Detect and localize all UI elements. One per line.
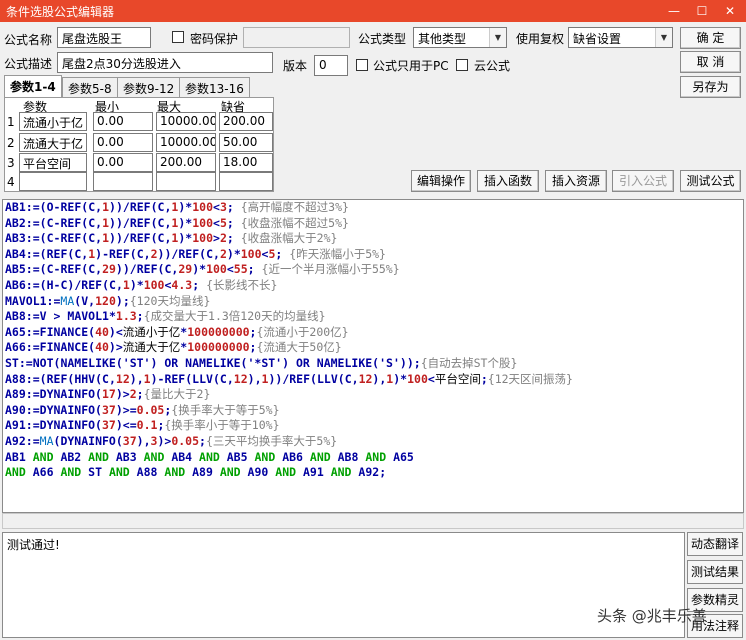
edit-ops-button[interactable]: 编辑操作 (411, 170, 471, 192)
formula-type-select[interactable]: 其他类型 ▼ (413, 27, 507, 48)
version-input[interactable]: 0 (314, 55, 348, 76)
version-label: 版本 (283, 59, 308, 73)
code-line[interactable]: A88:=(REF(HHV(C,12),1)-REF(LLV(C,12),1))… (5, 372, 741, 388)
param-min-cell[interactable] (93, 172, 153, 191)
param-default-cell[interactable] (219, 172, 273, 191)
params-grid: 参数 最小 最大 缺省 1 流通小于亿 0.00 10000.00 200.00… (4, 97, 274, 192)
formula-desc-input[interactable]: 尾盘2点30分选股进入 (57, 52, 273, 73)
test-output-text: 测试通过! (7, 538, 60, 552)
test-result-button[interactable]: 测试结果 (687, 560, 743, 584)
code-line[interactable]: AB1 AND AB2 AND AB3 AND AB4 AND AB5 AND … (5, 450, 741, 466)
import-formula-button[interactable]: 引入公式 (612, 170, 674, 192)
dynamic-translate-button[interactable]: 动态翻译 (687, 532, 743, 556)
tab-params-13-16[interactable]: 参数13-16 (179, 77, 250, 97)
password-label: 密码保护 (190, 32, 239, 46)
formula-code-editor[interactable]: AB1:=(O-REF(C,1))/REF(C,1)*100<3; {高开幅度不… (2, 199, 744, 513)
window-title: 条件选股公式编辑器 (6, 5, 115, 19)
param-row-number: 1 (7, 115, 15, 129)
code-line[interactable]: MAVOL1:=MA(V,120);{120天均量线} (5, 294, 741, 310)
formula-type-value: 其他类型 (418, 32, 467, 46)
param-max-cell[interactable] (156, 172, 216, 191)
param-min-cell[interactable]: 0.00 (93, 133, 153, 152)
password-checkbox[interactable] (172, 31, 184, 43)
tab-params-9-12[interactable]: 参数9-12 (117, 77, 181, 97)
param-row-number: 4 (7, 175, 15, 189)
code-line[interactable]: AB1:=(O-REF(C,1))/REF(C,1)*100<3; {高开幅度不… (5, 200, 741, 216)
param-name-cell[interactable] (19, 172, 87, 191)
code-line[interactable]: ST:=NOT(NAMELIKE('ST') OR NAMELIKE('*ST'… (5, 356, 741, 372)
param-name-cell[interactable]: 平台空间 (19, 153, 87, 172)
tab-params-1-4[interactable]: 参数1-4 (4, 75, 62, 98)
param-default-cell[interactable]: 50.00 (219, 133, 273, 152)
close-button[interactable]: ✕ (716, 0, 744, 22)
test-formula-button[interactable]: 测试公式 (680, 170, 741, 192)
cancel-button[interactable]: 取 消 (680, 51, 741, 73)
tab-params-5-8[interactable]: 参数5-8 (62, 77, 118, 97)
maximize-button[interactable]: ☐ (688, 0, 716, 22)
chevron-down-icon: ▼ (489, 28, 506, 47)
cloud-checkbox[interactable] (456, 59, 468, 71)
param-max-cell[interactable]: 10000.00 (156, 133, 216, 152)
pc-only-label: 公式只用于PC (373, 59, 449, 73)
code-line[interactable]: AB8:=V > MAVOL1*1.3;{成交量大于1.3倍120天的均量线} (5, 309, 741, 325)
code-line[interactable]: A66:=FINANCE(40)>流通大于亿*100000000;{流通大于50… (5, 340, 741, 356)
pc-only-checkbox[interactable] (356, 59, 368, 71)
code-line[interactable]: AB5:=(C-REF(C,29))/REF(C,29)*100<55; {近一… (5, 262, 741, 278)
param-name-cell[interactable]: 流通小于亿 (19, 112, 87, 131)
ok-button[interactable]: 确 定 (680, 27, 741, 49)
param-min-cell[interactable]: 0.00 (93, 112, 153, 131)
code-line[interactable]: A92:=MA(DYNAINFO(37),3)>0.05;{三天平均换手率大于5… (5, 434, 741, 450)
code-line[interactable]: A65:=FINANCE(40)<流通小于亿*100000000;{流通小于20… (5, 325, 741, 341)
insert-resource-button[interactable]: 插入资源 (545, 170, 607, 192)
param-default-cell[interactable]: 200.00 (219, 112, 273, 131)
param-min-cell[interactable]: 0.00 (93, 153, 153, 172)
param-max-cell[interactable]: 200.00 (156, 153, 216, 172)
password-input[interactable] (243, 27, 350, 48)
chevron-down-icon: ▼ (655, 28, 672, 47)
rights-select[interactable]: 缺省设置 ▼ (568, 27, 673, 48)
formula-name-input[interactable]: 尾盘选股王 (57, 27, 151, 48)
code-line[interactable]: AB2:=(C-REF(C,1))/REF(C,1)*100<5; {收盘涨幅不… (5, 216, 741, 232)
code-line[interactable]: A91:=DYNAINFO(37)<=0.1;{换手率小于等于10%} (5, 418, 741, 434)
rights-value: 缺省设置 (573, 32, 622, 46)
rights-label: 使用复权 (516, 32, 565, 46)
formula-desc-label: 公式描述 (4, 57, 53, 71)
code-line[interactable]: AB6:=(H-C)/REF(C,1)*100<4.3; {长影线不长} (5, 278, 741, 294)
test-output-panel: 测试通过! (2, 532, 685, 638)
code-line[interactable]: A90:=DYNAINFO(37)>=0.05;{换手率大于等于5%} (5, 403, 741, 419)
minimize-button[interactable]: — (660, 0, 688, 22)
title-bar: 条件选股公式编辑器 — ☐ ✕ (0, 0, 746, 22)
watermark: 头条 @兆丰乐善 (597, 607, 707, 625)
param-max-cell[interactable]: 10000.00 (156, 112, 216, 131)
code-line[interactable]: A89:=DYNAINFO(17)>2;{量比大于2} (5, 387, 741, 403)
param-row-number: 3 (7, 156, 15, 170)
param-name-cell[interactable]: 流通大于亿 (19, 133, 87, 152)
param-row-number: 2 (7, 136, 15, 150)
horizontal-scrollbar[interactable] (2, 513, 744, 529)
formula-name-label: 公式名称 (4, 33, 53, 47)
code-line[interactable]: AB4:=(REF(C,1)-REF(C,2))/REF(C,2)*100<5;… (5, 247, 741, 263)
code-line[interactable]: AND A66 AND ST AND A88 AND A89 AND A90 A… (5, 465, 741, 481)
param-default-cell[interactable]: 18.00 (219, 153, 273, 172)
save-as-button[interactable]: 另存为 (680, 76, 741, 98)
code-line[interactable]: AB3:=(C-REF(C,1))/REF(C,1)*100>2; {收盘涨幅大… (5, 231, 741, 247)
insert-function-button[interactable]: 插入函数 (477, 170, 539, 192)
cloud-label: 云公式 (474, 59, 511, 73)
formula-type-label: 公式类型 (358, 32, 407, 46)
